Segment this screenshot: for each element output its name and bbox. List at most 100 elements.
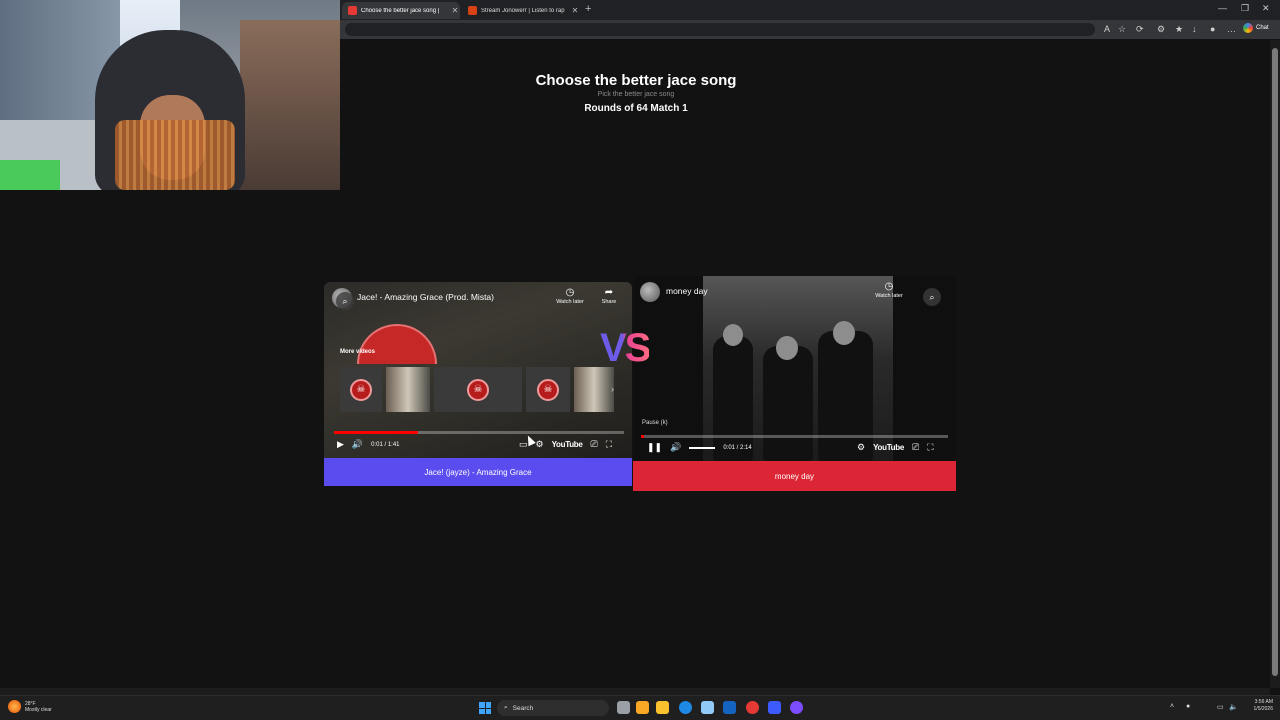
more-video-thumb[interactable]: ☠ <box>340 367 382 412</box>
left-video-player[interactable]: ⌕ Jace! - Amazing Grace (Prod. Mista) ◷ … <box>324 282 632 458</box>
app-icon-red[interactable] <box>746 701 759 714</box>
more-video-thumb[interactable] <box>574 367 614 412</box>
task-view-icon[interactable] <box>617 701 630 714</box>
speaker-icon[interactable]: 🔈 <box>1229 703 1238 711</box>
weather-icon <box>8 700 21 713</box>
time-display: 0:01 / 2:14 <box>723 444 752 451</box>
watch-later-button[interactable]: ◷ Watch later <box>871 281 907 299</box>
fullscreen-icon[interactable]: ⛶ <box>606 439 612 450</box>
page-subtitle: Pick the better jace song <box>597 91 675 98</box>
search-label: Search <box>512 704 534 712</box>
round-label: Rounds of 64 Match 1 <box>584 103 688 114</box>
chat-label: Chat <box>1256 25 1269 31</box>
start-button[interactable] <box>479 702 491 714</box>
more-video-thumb[interactable]: ☠ <box>434 367 522 412</box>
scroll-thumb[interactable] <box>1272 48 1278 676</box>
refresh-icon[interactable]: ⟳ <box>1136 24 1144 35</box>
vertical-scrollbar[interactable] <box>1270 40 1280 688</box>
crowd-face <box>776 336 798 360</box>
video-title[interactable]: Jace! - Amazing Grace (Prod. Mista) <box>357 292 494 302</box>
copilot-app-icon[interactable] <box>636 701 649 714</box>
file-explorer-icon[interactable] <box>656 701 669 714</box>
player-controls: ❚❚ 🔊 0:01 / 2:14 <box>647 442 752 453</box>
tray-app-icon[interactable]: ● <box>1186 703 1190 710</box>
progress-bar[interactable] <box>641 435 948 438</box>
video-thumbnail-logo <box>357 324 437 364</box>
tray-chevron-icon[interactable]: ˄ <box>1170 703 1174 710</box>
skull-logo-icon: ☠ <box>537 378 559 401</box>
favorite-star-icon[interactable]: ☆ <box>1118 24 1126 35</box>
screen: Choose the better jace song | ✕ Stream J… <box>0 0 1280 720</box>
close-tab-icon[interactable]: ✕ <box>450 6 460 15</box>
new-tab-icon[interactable]: + <box>585 3 591 15</box>
video-title[interactable]: money day <box>666 286 708 296</box>
choose-left-song-button[interactable]: Jace! (jayze) - Amazing Grace <box>324 458 632 486</box>
restore-icon[interactable]: ❐ <box>1241 3 1249 14</box>
zoom-icon[interactable]: ⌕ <box>923 288 941 306</box>
choose-right-song-button[interactable]: money day <box>633 461 956 491</box>
tab-favicon-icon <box>468 6 477 15</box>
webcam-person-hair <box>115 120 235 190</box>
share-button[interactable]: ➦ Share <box>591 287 627 305</box>
profile-icon[interactable]: ● <box>1210 24 1215 34</box>
weather-widget[interactable]: 28°F Mostly clear <box>8 700 52 713</box>
close-window-icon[interactable]: ✕ <box>1262 3 1270 14</box>
discord-icon[interactable] <box>790 701 803 714</box>
mail-icon[interactable] <box>723 701 736 714</box>
settings-icon[interactable]: ⚙ <box>857 442 865 453</box>
favorites-icon[interactable]: ★ <box>1175 24 1183 35</box>
steam-icon[interactable] <box>768 701 781 714</box>
thumb-photo <box>386 367 430 412</box>
taskbar-clock[interactable]: 3:56 AM 1/5/2026 <box>1241 699 1273 713</box>
clock-date: 1/5/2026 <box>1253 706 1273 712</box>
extensions-icon[interactable]: ⚙ <box>1157 24 1165 35</box>
windows-taskbar: 28°F Mostly clear ⌕ Search ˄ ● ▭ 🔈 3:56 … <box>0 695 1280 720</box>
player-controls-right: ⚙ YouTube ⎚ ⛶ <box>857 442 934 453</box>
address-bar[interactable] <box>345 23 1095 36</box>
watch-later-button[interactable]: ◷ Watch later <box>552 287 588 305</box>
fullscreen-icon[interactable]: ⛶ <box>927 442 933 453</box>
channel-avatar[interactable] <box>640 282 660 302</box>
play-icon[interactable]: ▶ <box>337 439 344 450</box>
pause-tooltip: Pause (k) <box>642 420 668 426</box>
more-video-thumb[interactable] <box>386 367 430 412</box>
clock-icon: ◷ <box>884 281 894 292</box>
copilot-chat-button[interactable]: Chat <box>1243 23 1269 33</box>
search-icon: ⌕ <box>504 704 508 711</box>
edge-icon[interactable] <box>679 701 692 714</box>
zoom-icon[interactable]: ⌕ <box>336 292 354 310</box>
taskbar-search[interactable]: ⌕ Search <box>497 700 609 716</box>
watch-later-label: Watch later <box>556 299 584 305</box>
progress-bar[interactable] <box>334 431 624 434</box>
tab-stream-jonowerr[interactable]: Stream Jonowerr | Listen to rap pl ✕ <box>462 2 580 19</box>
pause-icon[interactable]: ❚❚ <box>647 442 662 453</box>
tab-choose-jace[interactable]: Choose the better jace song | ✕ <box>342 2 460 19</box>
more-video-thumb[interactable]: ☠ <box>526 367 570 412</box>
volume-icon[interactable]: 🔊 <box>670 442 681 453</box>
chevron-right-icon[interactable]: › <box>611 384 614 394</box>
weather-desc: Mostly clear <box>25 706 52 713</box>
cast-icon[interactable]: ⎚ <box>591 439 598 450</box>
webcam-green-light <box>0 160 60 190</box>
settings-icon[interactable]: ⚙ <box>536 439 544 450</box>
video-frame-crowd <box>703 276 893 461</box>
player-controls: ▶ 🔊 0:01 / 1:41 <box>337 439 400 450</box>
weather-text: 28°F Mostly clear <box>25 701 52 713</box>
network-icon[interactable]: ▭ <box>1217 703 1224 711</box>
more-menu-icon[interactable]: … <box>1227 24 1236 34</box>
close-tab-icon[interactable]: ✕ <box>570 6 580 15</box>
download-icon[interactable]: ↓ <box>1192 24 1197 34</box>
volume-slider[interactable] <box>689 446 716 449</box>
copilot-icon <box>1243 23 1253 33</box>
read-aloud-icon[interactable]: A <box>1104 24 1110 34</box>
minimize-icon[interactable]: — <box>1218 3 1227 13</box>
time-display: 0:01 / 1:41 <box>371 441 400 448</box>
cast-icon[interactable]: ⎚ <box>912 442 919 453</box>
horizontal-scrollbar[interactable] <box>0 688 1270 695</box>
store-icon[interactable] <box>701 701 714 714</box>
thumb-photo <box>574 367 614 412</box>
youtube-logo[interactable]: YouTube <box>873 443 904 452</box>
right-video-player[interactable]: money day ◷ Watch later ⌕ Pause (k) ❚❚ 🔊… <box>633 276 956 461</box>
volume-icon[interactable]: 🔊 <box>352 439 363 450</box>
youtube-logo[interactable]: YouTube <box>552 440 583 449</box>
